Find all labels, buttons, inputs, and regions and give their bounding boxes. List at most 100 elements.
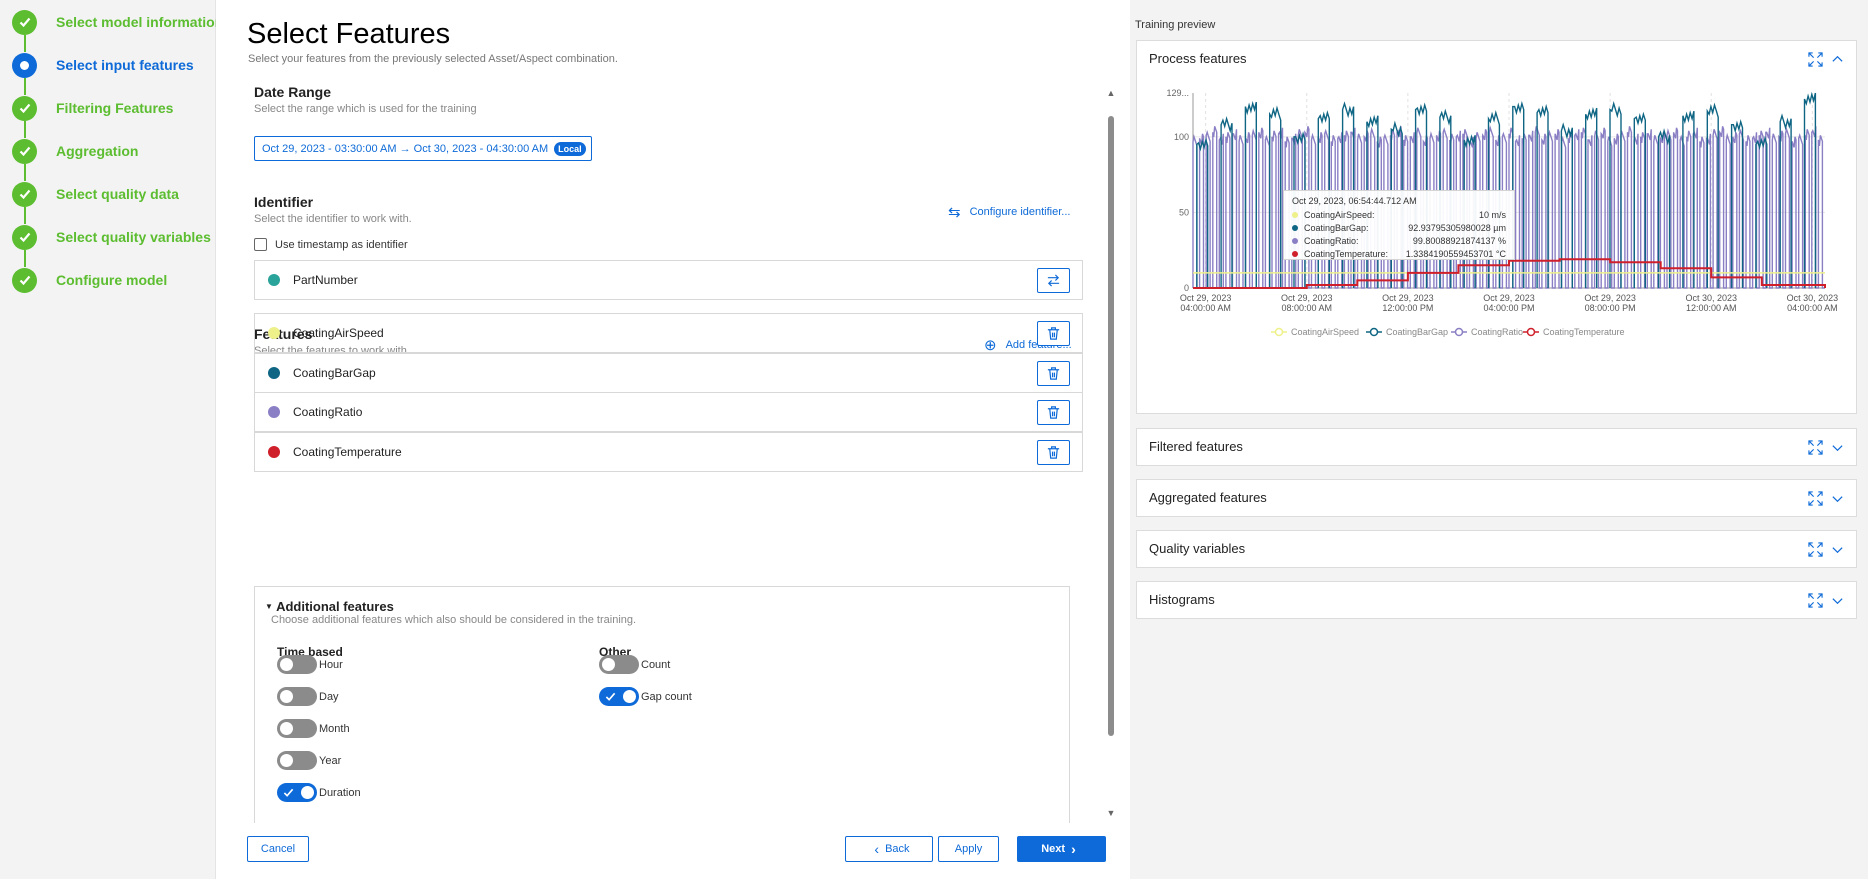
expand-icon[interactable]: [1808, 52, 1823, 67]
x-tick-label: Oct 30, 2023: [1685, 293, 1737, 303]
toggle-option: Day: [277, 687, 339, 706]
legend-label: CoatingRatio: [1471, 327, 1523, 337]
delete-feature-button[interactable]: [1037, 361, 1070, 386]
legend-label: CoatingAirSpeed: [1291, 327, 1359, 337]
timestamp-identifier-option[interactable]: Use timestamp as identifier: [254, 238, 408, 251]
apply-button[interactable]: Apply: [938, 836, 999, 862]
legend-marker: [1454, 327, 1464, 337]
step-label: Select quality variables: [56, 229, 211, 245]
step-connector: [24, 121, 26, 138]
toggle-switch[interactable]: [599, 687, 639, 706]
delete-feature-button[interactable]: [1037, 321, 1070, 346]
step-5[interactable]: Select quality data: [12, 180, 179, 208]
change-identifier-button[interactable]: [1037, 268, 1070, 293]
expand-icon[interactable]: [1808, 491, 1823, 506]
x-tick-label: 04:00:00 AM: [1787, 303, 1838, 313]
preview-panel: Quality variables: [1136, 530, 1857, 568]
tooltip-series-name: CoatingAirSpeed:: [1304, 209, 1375, 220]
next-label: Next: [1041, 843, 1066, 855]
scroll-up-icon[interactable]: ▲: [1106, 88, 1116, 98]
preview-panel-title[interactable]: Filtered features: [1149, 439, 1243, 454]
trash-icon: [1047, 367, 1060, 380]
date-range-picker[interactable]: Oct 29, 2023 - 03:30:00 AM → Oct 30, 202…: [254, 136, 592, 161]
chevron-down-icon[interactable]: [1831, 441, 1844, 454]
delete-feature-button[interactable]: [1037, 440, 1070, 465]
tooltip-series-value: 10 m/s: [1478, 209, 1506, 220]
step-label: Filtering Features: [56, 100, 174, 116]
step-7[interactable]: Configure model: [12, 266, 167, 294]
legend-marker: [1369, 327, 1379, 337]
wizard-stepper: Select model information Select input fe…: [0, 0, 223, 879]
step-2[interactable]: Select input features: [12, 51, 194, 79]
preview-panel-title[interactable]: Histograms: [1149, 592, 1215, 607]
y-tick-label: 129...: [1166, 88, 1189, 98]
toggle-switch[interactable]: [599, 655, 639, 674]
feature-row: CoatingRatio: [254, 392, 1083, 432]
page-title: Select Features: [247, 18, 451, 50]
cancel-button[interactable]: Cancel: [247, 836, 309, 862]
delete-feature-button[interactable]: [1037, 400, 1070, 425]
main-content: Select Features Select your features fro…: [216, 0, 1130, 879]
configure-identifier-link[interactable]: ⇆ Configure identifier...: [948, 203, 1070, 221]
toggle-switch[interactable]: [277, 687, 317, 706]
preview-panel-title[interactable]: Quality variables: [1149, 541, 1245, 556]
timestamp-identifier-label: Use timestamp as identifier: [275, 238, 408, 251]
chevron-down-icon[interactable]: [1831, 594, 1844, 607]
toggle-option: Year: [277, 751, 341, 770]
expand-icon[interactable]: [1808, 542, 1823, 557]
additional-features-subtitle: Choose additional features which also sh…: [271, 614, 637, 626]
scrollbar-thumb[interactable]: [1108, 116, 1114, 736]
trash-icon: [1047, 446, 1060, 459]
feature-name: CoatingAirSpeed: [293, 326, 384, 340]
feature-row: CoatingAirSpeed: [254, 313, 1083, 353]
configure-identifier-label: Configure identifier...: [969, 206, 1071, 218]
preview-panel: Histograms: [1136, 581, 1857, 619]
feature-color-dot: [268, 406, 280, 418]
back-button[interactable]: ‹ Back: [845, 836, 933, 862]
expand-icon[interactable]: [1808, 440, 1823, 455]
step-6[interactable]: Select quality variables: [12, 223, 211, 251]
chevron-up-icon[interactable]: [1831, 53, 1844, 66]
feature-color-dot: [268, 327, 280, 339]
step-connector: [24, 164, 26, 181]
date-range-subtitle: Select the range which is used for the t…: [254, 103, 477, 115]
toggle-switch[interactable]: [277, 783, 317, 802]
x-tick-label: 12:00:00 AM: [1686, 303, 1737, 313]
form-scrollbar[interactable]: ▲ ▼: [1106, 88, 1116, 818]
identifier-title: Identifier: [254, 194, 314, 210]
next-button[interactable]: Next ›: [1017, 836, 1106, 862]
tooltip-series-name: CoatingBarGap:: [1304, 222, 1369, 233]
tooltip-color-dot: [1292, 211, 1298, 218]
tooltip-row: CoatingRatio: 99.80088921874137 %: [1292, 234, 1506, 247]
panel-controls: [1808, 440, 1844, 455]
additional-features-header[interactable]: ▼ Additional features: [265, 599, 394, 614]
y-tick-label: 100: [1174, 132, 1189, 142]
step-1[interactable]: Select model information: [12, 8, 223, 36]
step-4[interactable]: Aggregation: [12, 137, 138, 165]
toggle-switch[interactable]: [277, 719, 317, 738]
feature-name: CoatingBarGap: [293, 366, 376, 380]
chevron-down-icon[interactable]: [1831, 492, 1844, 505]
chevron-down-icon[interactable]: [1831, 543, 1844, 556]
preview-panel: Process features 0 50 100 129... Oct 29, 202…: [1136, 40, 1857, 414]
toggle-label: Duration: [319, 786, 361, 799]
feature-row: CoatingTemperature: [254, 432, 1083, 472]
toggle-option: Gap count: [599, 687, 692, 706]
feature-name: CoatingTemperature: [293, 445, 402, 459]
toggle-label: Year: [319, 754, 342, 767]
expand-icon[interactable]: [1808, 593, 1823, 608]
toggle-switch[interactable]: [277, 751, 317, 770]
tooltip-series-name: CoatingTemperature:: [1304, 248, 1389, 259]
timestamp-identifier-checkbox[interactable]: [254, 238, 267, 251]
tooltip-series-value: 99.80088921874137 %: [1412, 235, 1506, 246]
x-tick-label: Oct 29, 2023: [1584, 293, 1636, 303]
step-label: Configure model: [56, 272, 168, 288]
check-icon: [12, 138, 37, 164]
preview-panel-title[interactable]: Aggregated features: [1149, 490, 1267, 505]
step-3[interactable]: Filtering Features: [12, 94, 173, 122]
scroll-down-icon[interactable]: ▼: [1106, 808, 1116, 818]
toggle-switch[interactable]: [277, 655, 317, 674]
check-icon: [12, 9, 37, 35]
panel-controls: [1808, 593, 1844, 608]
preview-panel-title[interactable]: Process features: [1149, 51, 1247, 66]
